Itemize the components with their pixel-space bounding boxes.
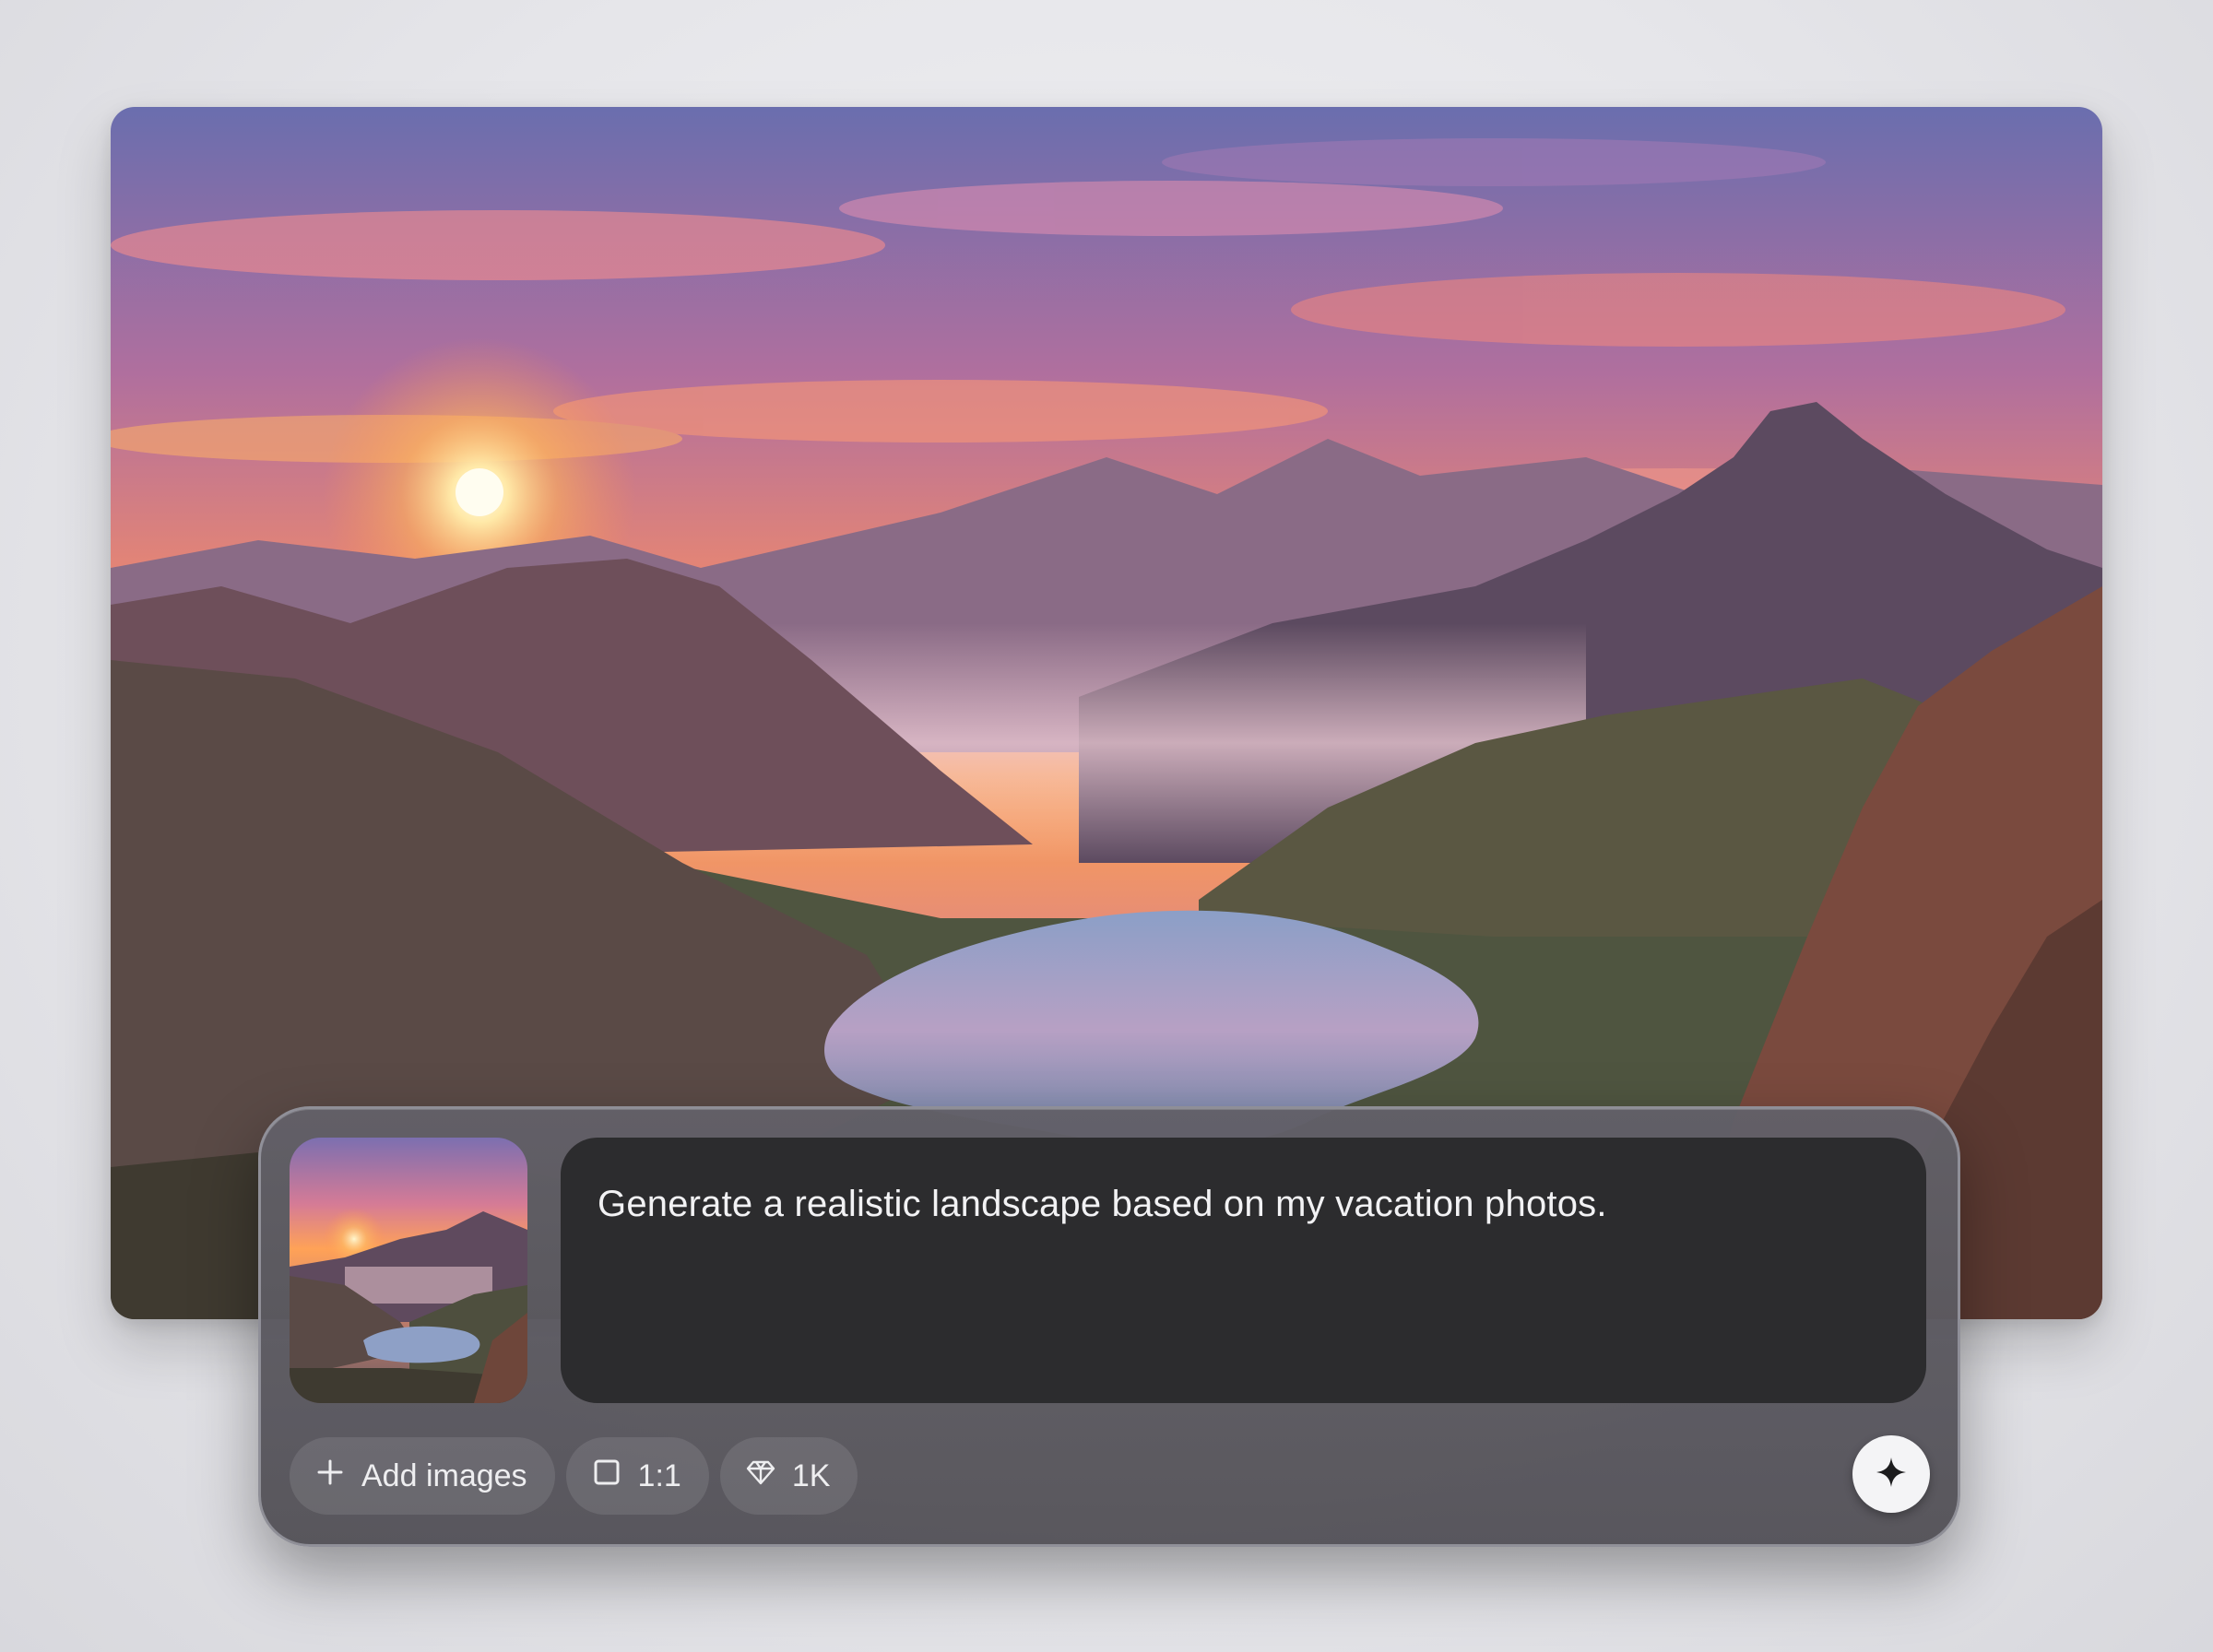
add-images-button[interactable]: Add images	[290, 1437, 555, 1515]
prompt-text: Generate a realistic landscape based on …	[598, 1184, 1607, 1224]
aspect-ratio-label: 1:1	[637, 1457, 681, 1493]
prompt-composer: Generate a realistic landscape based on …	[258, 1106, 1960, 1547]
prompt-input[interactable]: Generate a realistic landscape based on …	[561, 1138, 1926, 1403]
quality-label: 1K	[791, 1457, 831, 1493]
generate-button[interactable]	[1852, 1435, 1930, 1513]
square-icon	[592, 1457, 621, 1495]
composer-toolbar: Add images 1:1 1K	[290, 1437, 858, 1515]
sparkle-icon	[1875, 1456, 1908, 1493]
diamond-icon	[746, 1457, 775, 1495]
aspect-ratio-button[interactable]: 1:1	[565, 1437, 709, 1515]
attachment-thumbnail[interactable]	[290, 1138, 527, 1403]
quality-button[interactable]: 1K	[719, 1437, 858, 1515]
plus-icon	[315, 1457, 345, 1495]
add-images-label: Add images	[361, 1457, 527, 1493]
